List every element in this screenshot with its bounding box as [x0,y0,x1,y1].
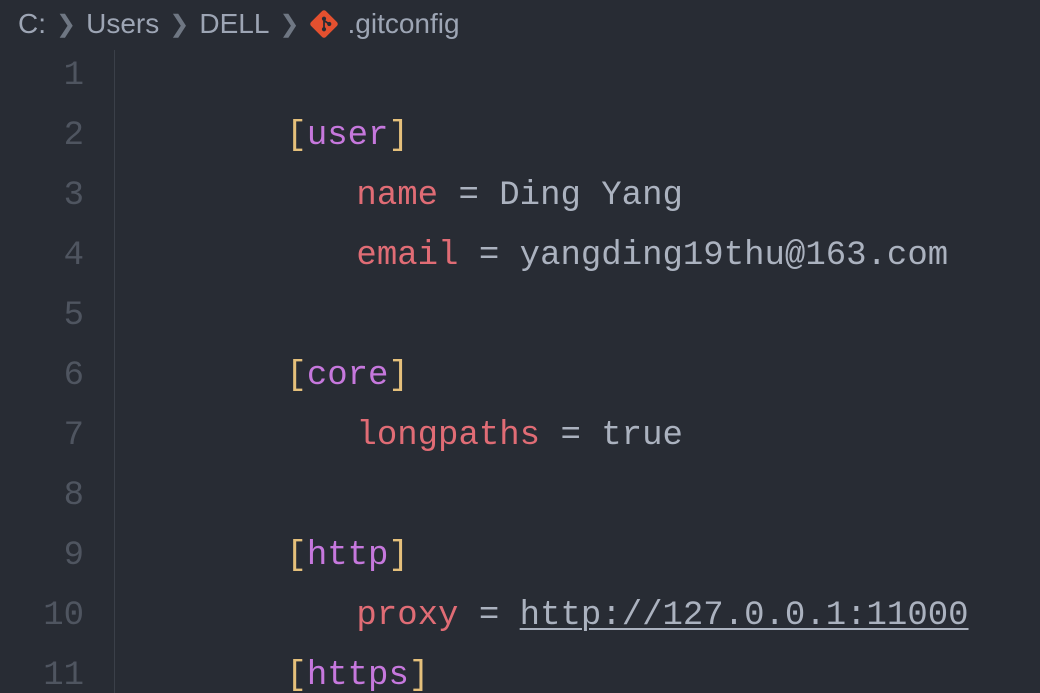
value-name: Ding Yang [499,177,683,215]
value-longpaths: true [601,417,683,455]
chevron-right-icon: ❯ [169,10,189,39]
bracket-open: [ [286,657,306,693]
code-editor[interactable]: 1 2 3 4 5 6 7 8 9 10 11 [user] name = Di… [0,46,1040,693]
bracket-close: ] [388,537,408,575]
section-https: https [307,657,409,693]
bracket-open: [ [286,537,306,575]
line-number: 4 [0,226,84,286]
equals-sign: = [438,177,499,215]
line-number: 10 [0,586,84,646]
section-user: user [307,117,389,155]
code-line[interactable]: [user] [164,46,1040,106]
code-line[interactable]: [http] [164,466,1040,526]
bracket-close: ] [388,117,408,155]
breadcrumb-file[interactable]: .gitconfig [348,8,460,40]
bracket-close: ] [388,357,408,395]
chevron-right-icon: ❯ [56,10,76,39]
key-name: name [356,177,438,215]
breadcrumb[interactable]: C: ❯ Users ❯ DELL ❯ .gitconfig [0,0,1040,46]
section-http: http [307,537,389,575]
code-content[interactable]: [user] name = Ding Yang email = yangding… [164,46,1040,693]
key-email: email [356,237,458,275]
value-http-proxy[interactable]: http://127.0.0.1:11000 [520,597,969,635]
key-longpaths: longpaths [356,417,540,455]
code-line[interactable]: [core] [164,286,1040,346]
line-number: 9 [0,526,84,586]
bracket-open: [ [286,357,306,395]
line-number: 5 [0,286,84,346]
line-number: 8 [0,466,84,526]
indent-guide [114,46,164,693]
line-number: 11 [0,646,84,693]
git-icon [310,10,338,38]
key-proxy: proxy [356,597,458,635]
bracket-open: [ [286,117,306,155]
line-number: 6 [0,346,84,406]
line-number-gutter: 1 2 3 4 5 6 7 8 9 10 11 [0,46,114,693]
breadcrumb-part-users[interactable]: Users [86,8,159,40]
breadcrumb-part-dell[interactable]: DELL [199,8,269,40]
equals-sign: = [458,597,519,635]
bracket-close: ] [409,657,429,693]
equals-sign: = [540,417,601,455]
chevron-right-icon: ❯ [279,10,299,39]
line-number: 1 [0,46,84,106]
value-email: yangding19thu@163.com [520,237,948,275]
line-number: 3 [0,166,84,226]
equals-sign: = [458,237,519,275]
line-number: 2 [0,106,84,166]
line-number: 7 [0,406,84,466]
section-core: core [307,357,389,395]
breadcrumb-part-drive[interactable]: C: [18,8,46,40]
